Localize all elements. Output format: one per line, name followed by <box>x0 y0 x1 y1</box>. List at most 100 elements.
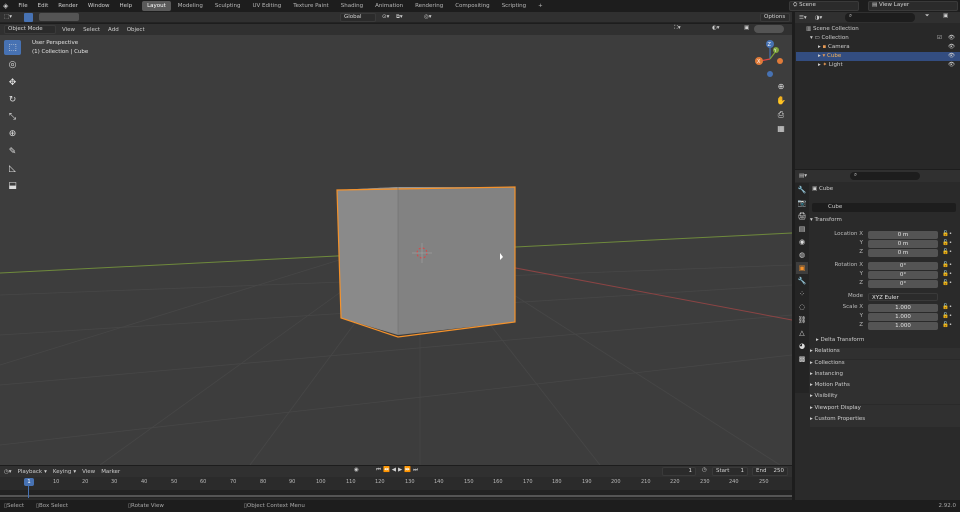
tab-sculpting[interactable]: Sculpting <box>210 1 246 11</box>
lock-icon[interactable]: 🔓• <box>942 280 952 286</box>
viewport-gizmos-icon[interactable]: ⛶▾ <box>674 25 681 32</box>
start-frame-field[interactable]: Start 1 <box>712 467 748 476</box>
menu-marker[interactable]: Marker <box>101 469 120 475</box>
end-frame-field[interactable]: End 250 <box>752 467 788 476</box>
scene-selector[interactable]: ⛭ Scene <box>789 1 859 11</box>
rotation-x-field[interactable]: 0° <box>868 262 938 270</box>
editor-type-icon[interactable]: ⬚▾ <box>4 14 18 20</box>
add-cube-tool[interactable]: ⬓ <box>4 178 21 193</box>
cursor-tool[interactable]: ◎ <box>4 57 21 72</box>
menu-select[interactable]: Select <box>83 27 100 33</box>
eye-icon[interactable]: 👁 <box>948 52 955 61</box>
lock-icon[interactable]: 🔓• <box>942 304 952 310</box>
selection-modes-group[interactable] <box>39 13 79 21</box>
outliner-collection[interactable]: ▾ ▭ Collection ☑ 👁 <box>796 34 960 43</box>
view-layer-tab-icon[interactable]: ▤ <box>796 223 808 235</box>
overlays-icon[interactable]: ◐▾ <box>712 25 720 31</box>
menu-keying[interactable]: Keying <box>53 469 71 475</box>
snap-icon[interactable]: ⧉▾ <box>396 14 403 21</box>
3d-viewport[interactable]: User Perspective (1) Collection | Cube Z… <box>0 35 792 465</box>
tab-compositing[interactable]: Compositing <box>450 1 494 11</box>
view-layer-selector[interactable]: ▤ View Layer <box>868 1 958 11</box>
menu-window[interactable]: Window <box>88 3 110 9</box>
eye-icon[interactable]: 👁 <box>948 34 955 43</box>
render-tab-icon[interactable]: 📷 <box>796 197 808 209</box>
relations-panel-header[interactable]: ▸ Relations <box>810 348 960 359</box>
data-tab-icon[interactable]: △ <box>796 327 808 339</box>
rotation-z-field[interactable]: 0° <box>868 280 938 288</box>
outliner-item-camera[interactable]: ▸ ▪ Camera 👁 <box>796 43 960 52</box>
clock-icon[interactable]: ◷ <box>702 467 707 473</box>
properties-search-input[interactable]: ⌕ <box>850 172 920 180</box>
outliner-item-cube[interactable]: ▸ ▾ Cube 👁 <box>796 52 960 61</box>
scale-y-field[interactable]: 1.000 <box>868 313 938 321</box>
mode-dropdown[interactable]: Object Mode <box>4 25 56 34</box>
outliner-editor-icon[interactable]: ☰▾ <box>799 15 807 21</box>
perspective-grid-icon[interactable]: ▦ <box>774 122 788 135</box>
lock-icon[interactable]: 🔓• <box>942 262 952 268</box>
display-mode-icon[interactable]: ◑▾ <box>815 15 823 21</box>
location-z-field[interactable]: 0 m <box>868 249 938 257</box>
scene-tab-icon[interactable]: ◉ <box>796 236 808 248</box>
lock-icon[interactable]: 🔓• <box>942 322 952 328</box>
menu-view[interactable]: View <box>62 27 75 33</box>
instancing-panel-header[interactable]: ▸ Instancing <box>810 371 960 382</box>
timeline-scrollbar[interactable] <box>0 495 792 497</box>
navigation-gizmo[interactable]: Z X Y <box>748 37 788 82</box>
object-name-field[interactable]: Cube <box>812 203 956 212</box>
proportional-edit-icon[interactable]: ◎▾ <box>424 14 432 20</box>
outliner-scene-collection[interactable]: ▥ Scene Collection <box>796 25 960 34</box>
scale-x-field[interactable]: 1.000 <box>868 304 938 312</box>
visibility-panel-header[interactable]: ▸ Visibility <box>810 393 960 404</box>
menu-help[interactable]: Help <box>120 3 133 9</box>
texture-tab-icon[interactable]: ▩ <box>796 353 808 365</box>
tab-modeling[interactable]: Modeling <box>173 1 208 11</box>
world-tab-icon[interactable]: ◍ <box>796 249 808 261</box>
tab-scripting[interactable]: Scripting <box>497 1 531 11</box>
outliner-item-light[interactable]: ▸ ✦ Light 👁 <box>796 61 960 70</box>
location-y-field[interactable]: 0 m <box>868 240 938 248</box>
constraints-tab-icon[interactable]: ⛓ <box>796 314 808 326</box>
pivot-icon[interactable]: ⊙▾ <box>382 14 389 20</box>
modifier-tab-icon[interactable]: 🔧 <box>796 275 808 287</box>
scale-tool[interactable]: ⤡ <box>4 109 21 124</box>
motion-paths-panel-header[interactable]: ▸ Motion Paths <box>810 382 960 393</box>
menu-object[interactable]: Object <box>127 27 145 33</box>
transform-tool[interactable]: ⊕ <box>4 126 21 141</box>
record-icon[interactable]: ◉ <box>354 467 359 473</box>
cube-object[interactable] <box>336 186 516 338</box>
move-tool[interactable]: ✥ <box>4 75 21 90</box>
menu-add[interactable]: Add <box>108 27 119 33</box>
tool-tab-icon[interactable]: 🔧 <box>796 184 808 196</box>
outliner-search-input[interactable]: ⌕ <box>845 13 915 22</box>
object-tab-icon[interactable]: ▣ <box>796 262 808 274</box>
scale-z-field[interactable]: 1.000 <box>868 322 938 330</box>
tab-rendering[interactable]: Rendering <box>410 1 448 11</box>
tab-shading[interactable]: Shading <box>336 1 368 11</box>
tab-layout[interactable]: Layout <box>142 1 171 11</box>
current-frame-field[interactable]: 1 <box>662 467 696 476</box>
tab-animation[interactable]: Animation <box>370 1 408 11</box>
transform-panel-header[interactable]: ▾ Transform <box>810 217 960 228</box>
lock-icon[interactable]: 🔓• <box>942 313 952 319</box>
new-collection-icon[interactable]: ▣ <box>943 13 948 19</box>
blender-logo-icon[interactable]: ◈ <box>3 2 8 10</box>
checkbox-icon[interactable]: ☑ <box>937 34 942 43</box>
custom-properties-panel-header[interactable]: ▸ Custom Properties <box>810 416 960 427</box>
add-workspace-button[interactable]: + <box>533 1 548 11</box>
lock-icon[interactable]: 🔓• <box>942 271 952 277</box>
xray-icon[interactable]: ▣ <box>744 25 749 31</box>
zoom-icon[interactable]: ⊕ <box>774 80 788 93</box>
material-tab-icon[interactable]: ◕ <box>796 340 808 352</box>
options-dropdown[interactable]: Options <box>760 13 790 22</box>
delta-transform-header[interactable]: ▸ Delta Transform <box>816 337 960 348</box>
tab-texture-paint[interactable]: Texture Paint <box>288 1 334 11</box>
measure-tool[interactable]: ◺ <box>4 161 21 176</box>
particles-tab-icon[interactable]: ⁘ <box>796 288 808 300</box>
shading-modes-group[interactable] <box>754 25 784 33</box>
menu-timeline-view[interactable]: View <box>82 469 95 475</box>
lock-icon[interactable]: 🔓• <box>942 231 952 237</box>
rotation-mode-dropdown[interactable]: XYZ Euler <box>868 293 938 301</box>
rotation-y-field[interactable]: 0° <box>868 271 938 279</box>
tab-uv-editing[interactable]: UV Editing <box>248 1 287 11</box>
